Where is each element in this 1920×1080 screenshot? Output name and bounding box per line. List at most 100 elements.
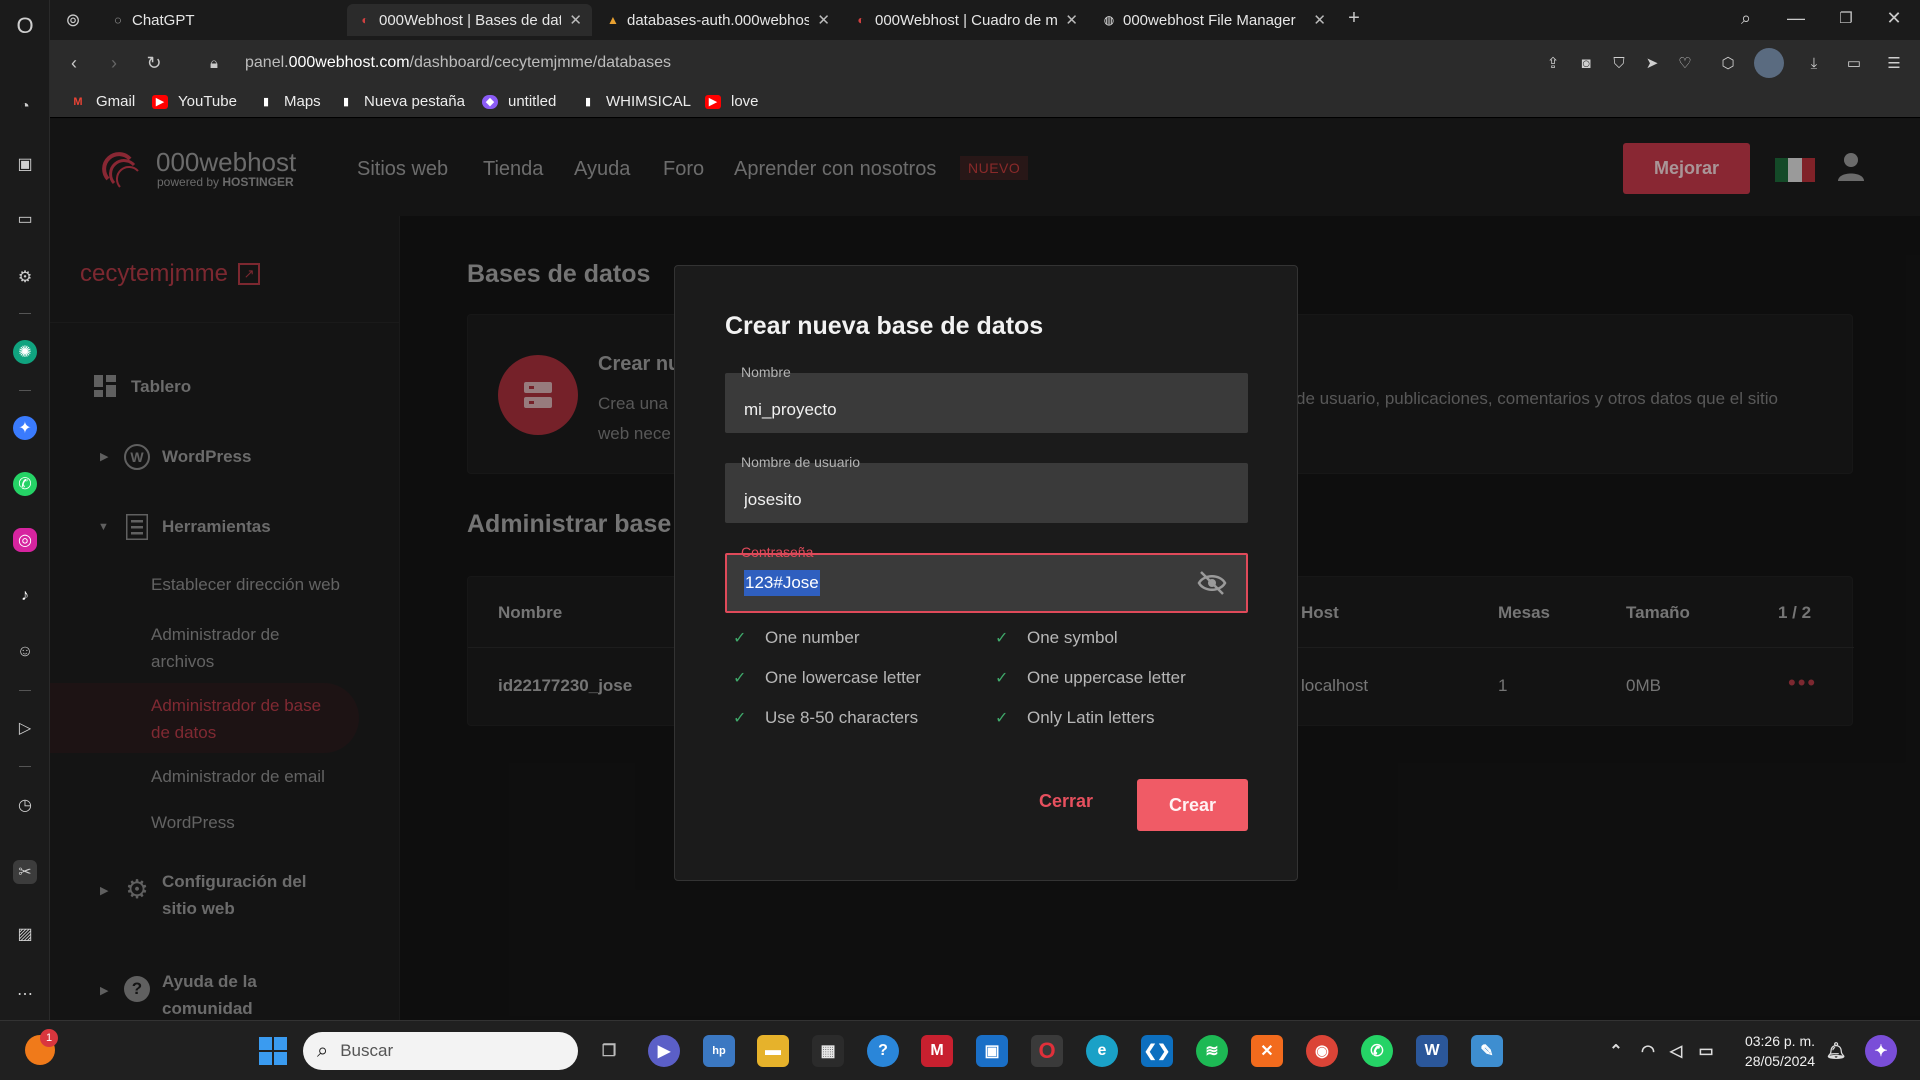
reload-icon[interactable]: ↻ <box>143 52 165 74</box>
notifications-icon[interactable]: 🔔︎ <box>1820 1035 1852 1067</box>
player-icon[interactable]: ▷ <box>13 716 37 740</box>
whatsapp-icon[interactable]: ✆ <box>13 472 37 496</box>
start-icon[interactable] <box>257 1035 289 1067</box>
mcafee-icon[interactable]: M <box>921 1035 953 1067</box>
discord-icon[interactable]: ☺ <box>13 640 37 664</box>
profile-avatar[interactable] <box>1754 48 1784 78</box>
rule-label: One symbol <box>1027 628 1118 647</box>
phpmyadmin-favicon-icon: ▲ <box>607 13 619 27</box>
heart-icon[interactable]: ♡ <box>1675 53 1695 73</box>
tab-file-manager[interactable]: ◍ 000webhost File Manager ✕ <box>1091 4 1336 36</box>
rule-symbol: ✓ One symbol <box>995 628 1118 648</box>
db-password-label: Contraseña <box>741 544 814 560</box>
new-tab-icon[interactable]: + <box>1343 7 1365 29</box>
vscode-icon[interactable]: ❮❯ <box>1141 1035 1173 1067</box>
notification-badge: 1 <box>40 1029 58 1047</box>
close-tab-icon[interactable]: ✕ <box>1313 11 1326 29</box>
more-icon[interactable]: ⋯ <box>13 982 37 1006</box>
messenger-icon[interactable]: ✦ <box>13 416 37 440</box>
bookmark-gmail[interactable]: M Gmail <box>70 93 135 110</box>
workspaces-icon[interactable]: ⊚ <box>62 9 84 31</box>
rule-number: ✓ One number <box>733 628 860 648</box>
close-tab-icon[interactable]: ✕ <box>1065 11 1078 29</box>
copilot-icon[interactable]: ✦ <box>1865 1035 1897 1067</box>
tiktok-icon[interactable]: ♪ <box>13 584 37 608</box>
twitch-icon[interactable]: ▭ <box>13 207 37 231</box>
db-user-field[interactable]: Nombre de usuario <box>725 454 1248 523</box>
chatgpt-icon[interactable]: ✺ <box>13 340 37 364</box>
restore-icon[interactable]: ❐ <box>1835 7 1857 29</box>
tab-databases-auth[interactable]: ▲ databases-auth.000webhos ✕ <box>595 4 840 36</box>
bookmark-untitled[interactable]: ◆ untitled <box>482 93 556 110</box>
create-button[interactable]: Crear <box>1137 779 1248 831</box>
tab-search-icon[interactable]: ⌕ <box>1735 7 1757 29</box>
minimize-icon[interactable]: — <box>1785 7 1807 29</box>
url-path: /dashboard/cecytemjmme/databases <box>409 54 672 71</box>
battery-saver-icon[interactable]: ▭ <box>1844 53 1864 73</box>
spotify-icon[interactable]: ≋ <box>1196 1035 1228 1067</box>
extensions-icon[interactable]: ⚙ <box>13 265 37 289</box>
speed-dial-icon[interactable]: ◔ <box>13 95 37 119</box>
volume-icon[interactable]: ◁ <box>1660 1035 1692 1067</box>
hide-password-icon[interactable] <box>1197 569 1227 597</box>
cube-icon[interactable]: ⬡ <box>1718 53 1738 73</box>
bookmark-maps[interactable]: ▮ Maps <box>258 93 321 110</box>
sidebar-divider <box>19 766 31 767</box>
close-tab-icon[interactable]: ✕ <box>817 11 830 29</box>
clock[interactable]: 03:26 p. m. 28/05/2024 <box>1735 1031 1815 1071</box>
snapshot-icon[interactable]: ◙ <box>1576 53 1596 73</box>
teams-icon[interactable]: ▶ <box>648 1035 680 1067</box>
bookmark-whimsical[interactable]: ▮ WHIMSICAL <box>580 93 691 110</box>
task-view-icon[interactable]: ❐ <box>593 1035 625 1067</box>
download-icon[interactable]: ⤓ <box>1804 53 1824 73</box>
edge-icon[interactable]: e <box>1086 1035 1118 1067</box>
battery-icon[interactable]: ▭ <box>1690 1035 1722 1067</box>
send-icon[interactable]: ➤ <box>1642 53 1662 73</box>
paint-icon[interactable]: ✎ <box>1471 1035 1503 1067</box>
app-icon[interactable]: ▣ <box>976 1035 1008 1067</box>
taskbar-search[interactable]: ⌕ Buscar <box>303 1032 578 1070</box>
tools-icon[interactable]: ✂ <box>13 860 37 884</box>
youtube-icon: ▶ <box>705 94 721 109</box>
word-icon[interactable]: W <box>1416 1035 1448 1067</box>
shield-icon[interactable]: ⛉ <box>1609 53 1629 73</box>
db-password-input[interactable]: 123#Jose <box>744 570 820 596</box>
history-icon[interactable]: ◷ <box>13 793 37 817</box>
windows-taskbar: 1 ⌕ Buscar ❐ ▶ hp ▬ ▦ ? M ▣ O e ❮❯ ≋ ✕ ◉… <box>0 1020 1920 1080</box>
forward-icon[interactable]: › <box>103 52 125 74</box>
db-name-field[interactable]: Nombre <box>725 364 1248 433</box>
store-icon[interactable]: ▦ <box>812 1035 844 1067</box>
opera-taskbar-icon[interactable]: O <box>1031 1035 1063 1067</box>
bookmark-love[interactable]: ▶ love <box>705 93 759 110</box>
db-name-input[interactable] <box>725 373 1248 433</box>
bookmark-youtube[interactable]: ▶ YouTube <box>152 93 237 110</box>
opera-logo-icon[interactable]: O <box>13 13 37 38</box>
myhp-icon[interactable]: hp <box>703 1035 735 1067</box>
file-explorer-icon[interactable]: ▬ <box>757 1035 789 1067</box>
chrome-icon[interactable]: ◉ <box>1306 1035 1338 1067</box>
close-window-icon[interactable]: ✕ <box>1883 7 1905 29</box>
bookmark-nueva-pestana[interactable]: ▮ Nueva pestaña <box>338 93 465 110</box>
xampp-icon[interactable]: ✕ <box>1251 1035 1283 1067</box>
easy-setup-icon[interactable]: ☰ <box>1884 53 1904 73</box>
share-icon[interactable]: ⇪ <box>1543 53 1563 73</box>
instagram-icon[interactable]: ◎ <box>13 528 37 552</box>
bookmark-label: WHIMSICAL <box>606 93 692 110</box>
aria-icon[interactable]: ▣ <box>13 152 37 176</box>
gallery-icon[interactable]: ▨ <box>13 922 37 946</box>
help-app-icon[interactable]: ? <box>867 1035 899 1067</box>
close-tab-icon[interactable]: ✕ <box>569 11 582 29</box>
close-button[interactable]: Cerrar <box>1021 779 1111 823</box>
gmail-icon: M <box>73 95 83 108</box>
tab-title: 000webhost File Manager <box>1123 11 1296 29</box>
whatsapp-taskbar-icon[interactable]: ✆ <box>1361 1035 1393 1067</box>
db-password-field[interactable]: Contraseña 123#Jose <box>725 544 1248 613</box>
tab-bases-de-datos[interactable]: ◐ 000Webhost | Bases de dat ✕ <box>347 4 592 36</box>
tab-title: 000Webhost | Cuadro de m <box>875 11 1058 29</box>
db-user-input[interactable] <box>725 463 1248 523</box>
url-field[interactable]: panel.000webhost.com/dashboard/cecytemjm… <box>245 54 671 72</box>
tab-cuadro-de-mando[interactable]: ◐ 000Webhost | Cuadro de m ✕ <box>843 4 1088 36</box>
show-hidden-icons-icon[interactable]: ⌃ <box>1600 1035 1632 1067</box>
back-icon[interactable]: ‹ <box>63 52 85 74</box>
rule-lowercase: ✓ One lowercase letter <box>733 668 921 688</box>
